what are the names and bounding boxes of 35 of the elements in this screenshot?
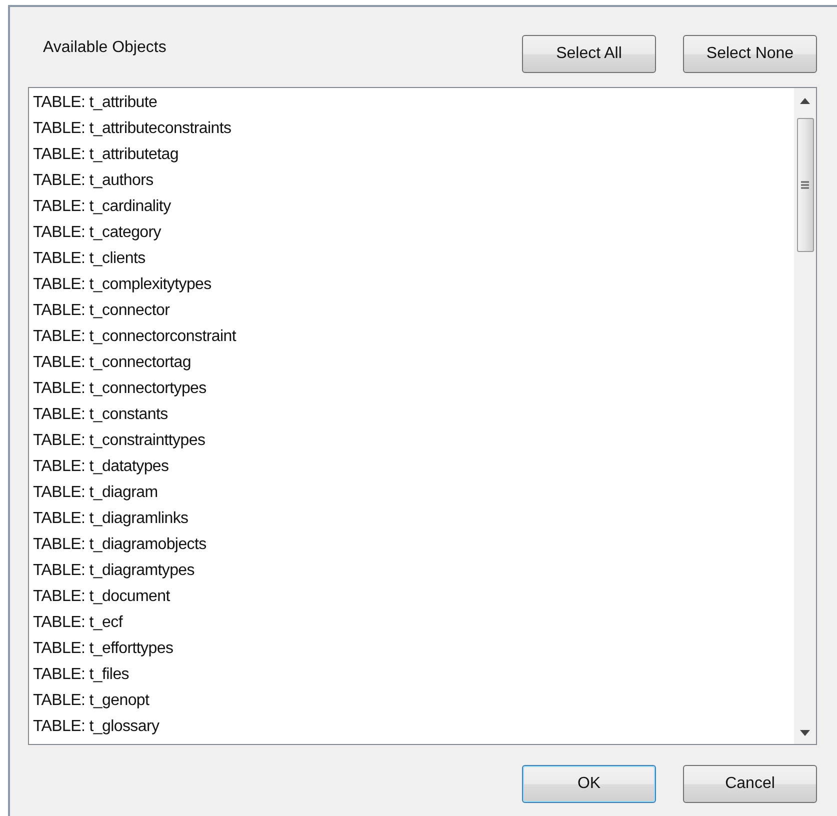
scroll-thumb[interactable] bbox=[796, 118, 814, 252]
list-item[interactable]: TABLE: t_diagramobjects bbox=[33, 532, 794, 558]
list-item[interactable]: TABLE: t_document bbox=[33, 584, 794, 610]
list-item[interactable]: TABLE: t_connectorconstraint bbox=[33, 324, 794, 350]
scroll-down-icon[interactable] bbox=[800, 730, 810, 736]
list-item[interactable]: TABLE: t_constants bbox=[33, 402, 794, 428]
scroll-up-icon[interactable] bbox=[800, 98, 810, 104]
list-item[interactable]: TABLE: t_diagramlinks bbox=[33, 506, 794, 532]
list-item[interactable]: TABLE: t_datatypes bbox=[33, 454, 794, 480]
list-item[interactable]: TABLE: t_connectortypes bbox=[33, 376, 794, 402]
list-item[interactable]: TABLE: t_diagramtypes bbox=[33, 558, 794, 584]
list-item[interactable]: TABLE: t_diagram bbox=[33, 480, 794, 506]
list-item[interactable]: TABLE: t_genopt bbox=[33, 688, 794, 714]
list-item[interactable]: TABLE: t_files bbox=[33, 662, 794, 688]
select-all-button[interactable]: Select All bbox=[522, 35, 656, 73]
list-item[interactable]: TABLE: t_attributetag bbox=[33, 142, 794, 168]
list-item[interactable]: TABLE: t_glossary bbox=[33, 714, 794, 740]
list-item[interactable]: TABLE: t_attribute bbox=[33, 90, 794, 116]
ok-button[interactable]: OK bbox=[522, 765, 656, 803]
cancel-button[interactable]: Cancel bbox=[683, 765, 817, 803]
list-item[interactable]: TABLE: t_efforttypes bbox=[33, 636, 794, 662]
grip-icon bbox=[801, 181, 809, 189]
list-item[interactable]: TABLE: t_ecf bbox=[33, 610, 794, 636]
list-item[interactable]: TABLE: t_complexitytypes bbox=[33, 272, 794, 298]
list-item[interactable]: TABLE: t_clients bbox=[33, 246, 794, 272]
list-item[interactable]: TABLE: t_authors bbox=[33, 168, 794, 194]
list-item[interactable]: TABLE: t_constrainttypes bbox=[33, 428, 794, 454]
list-item[interactable]: TABLE: t_attributeconstraints bbox=[33, 116, 794, 142]
list-item[interactable]: TABLE: t_connectortag bbox=[33, 350, 794, 376]
scrollbar[interactable] bbox=[794, 88, 816, 744]
list-label: Available Objects bbox=[43, 39, 166, 57]
list-item[interactable]: TABLE: t_cardinality bbox=[33, 194, 794, 220]
select-none-button[interactable]: Select None bbox=[683, 35, 817, 73]
list-item[interactable]: TABLE: t_category bbox=[33, 220, 794, 246]
list-item[interactable]: TABLE: t_connector bbox=[33, 298, 794, 324]
